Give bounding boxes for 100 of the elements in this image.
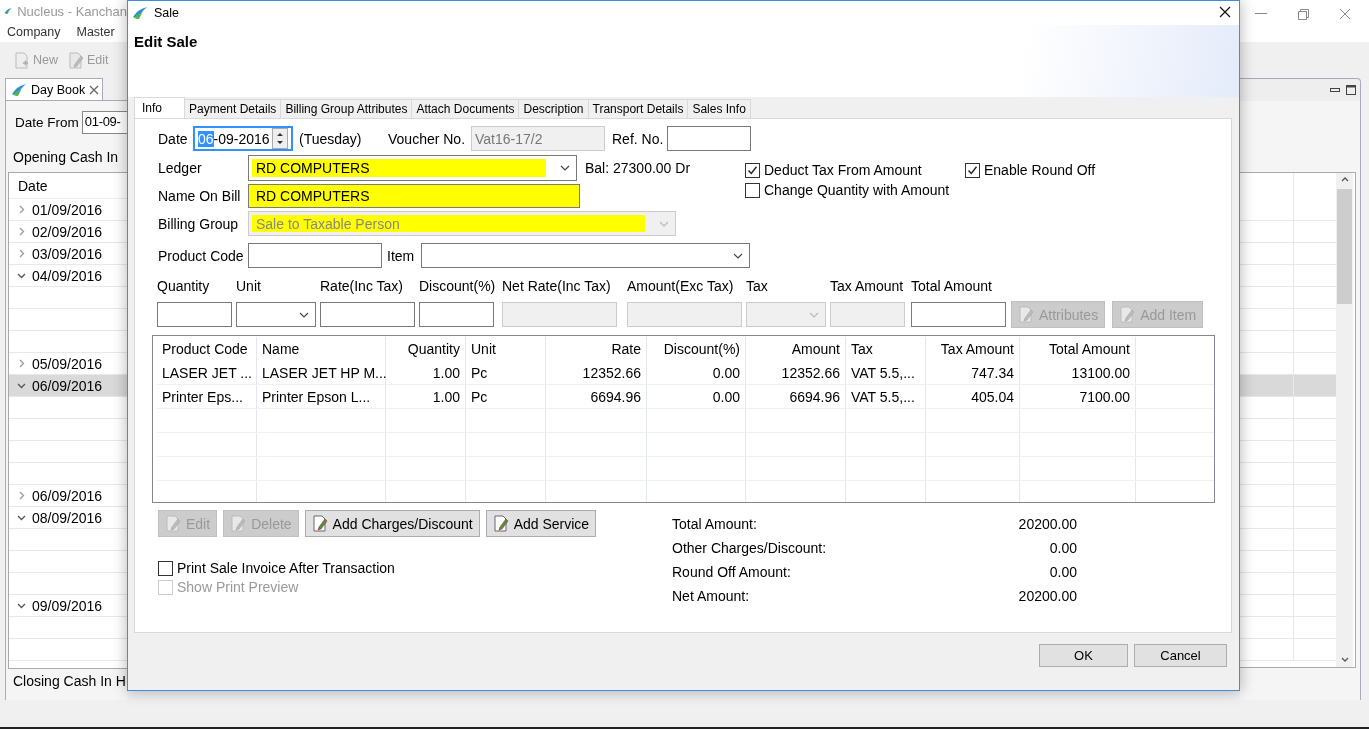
chevron-down-icon[interactable] (17, 271, 26, 280)
table-cell: Pc (466, 385, 546, 408)
product-code-field[interactable] (248, 243, 382, 268)
combo-box[interactable] (236, 302, 316, 327)
table-cell: VAT 5.5,... (846, 385, 926, 408)
checkbox-label: Enable Round Off (984, 162, 1096, 178)
tree-row[interactable]: 06/09/2016 (9, 375, 127, 397)
close-icon[interactable] (89, 84, 100, 95)
minimize-icon[interactable] (1255, 13, 1267, 15)
combo-box[interactable]: RD COMPUTERS (248, 155, 577, 181)
dialog-button[interactable]: OK (1039, 643, 1128, 667)
menu-item[interactable]: Company (7, 25, 61, 39)
tab[interactable]: Payment Details (184, 99, 282, 118)
edit-document-icon (165, 515, 181, 532)
input-field[interactable] (419, 302, 494, 327)
field-label: Ledger (158, 160, 203, 176)
field-label: Item (387, 247, 416, 264)
table-cell: VAT 5.5,... (846, 361, 926, 384)
scrollbar[interactable] (1336, 173, 1353, 667)
item-combo-box[interactable] (421, 243, 750, 268)
column-label: Rate(Inc Tax) (320, 278, 404, 295)
spinner-icon[interactable] (272, 128, 288, 149)
chevron-down-icon[interactable] (17, 513, 26, 522)
ref-field[interactable] (667, 126, 751, 151)
input-field[interactable] (157, 302, 232, 327)
tab[interactable]: Description (518, 99, 589, 118)
tab[interactable]: Sales Info (687, 99, 751, 118)
checkbox[interactable] (745, 182, 760, 198)
column-label: Amount(Exc Tax) (627, 278, 735, 295)
column-header: Amount (746, 337, 846, 361)
checkbox[interactable] (158, 560, 173, 576)
chevron-right-icon[interactable] (17, 249, 26, 258)
checkbox[interactable] (745, 162, 760, 178)
column-header: Unit (466, 337, 546, 361)
column-label: Total Amount (911, 278, 993, 295)
tab[interactable]: Transport Details (587, 99, 689, 118)
total-value: 20200.00 (1017, 516, 1077, 532)
close-icon[interactable] (1339, 8, 1351, 20)
checkbox-label: Deduct Tax From Amount (764, 162, 922, 178)
app-logo-icon (11, 81, 27, 98)
column-label: Net Rate(Inc Tax) (502, 278, 612, 295)
table-cell: LASER JET HP M... (257, 361, 386, 384)
date-field[interactable]: 06-09-2016 (193, 126, 293, 151)
field-label: Billing Group (158, 215, 240, 232)
date-from-field[interactable]: 01-09- (81, 111, 127, 134)
total-label: Total Amount: (672, 516, 758, 532)
edit-document-icon (1119, 306, 1136, 323)
maximize-icon[interactable] (1346, 85, 1356, 95)
close-button[interactable] (1217, 4, 1233, 20)
dialog-button[interactable]: Cancel (1134, 643, 1227, 667)
column-header: Tax (846, 337, 926, 361)
field-label: Ref. No. (612, 130, 665, 147)
table-cell: 6694.96 (746, 385, 846, 408)
text-field[interactable]: RD COMPUTERS (248, 184, 580, 208)
column-label: Tax (746, 278, 769, 295)
total-label: Net Amount: (672, 588, 751, 604)
table-cell: 0.00 (647, 385, 746, 408)
total-label: Other Charges/Discount: (672, 540, 828, 556)
column-header: Name (257, 337, 386, 361)
total-value: 0.00 (1048, 564, 1077, 580)
column-label: Discount(%) (419, 278, 497, 295)
day-book-tab[interactable]: Day Book (5, 78, 103, 100)
action-button[interactable]: Add Service (485, 510, 597, 537)
chevron-right-icon[interactable] (17, 227, 26, 236)
input-field[interactable] (911, 302, 1006, 327)
table-cell: Pc (466, 361, 546, 384)
field-label: Product Code (158, 247, 245, 264)
minimize-icon[interactable] (1330, 88, 1340, 92)
column-label: Unit (236, 278, 262, 295)
checkbox-label: Print Sale Invoice After Transaction (177, 560, 395, 576)
tab[interactable]: Info (134, 97, 185, 118)
restore-icon[interactable] (1297, 8, 1309, 20)
menu-item[interactable]: Master (76, 25, 115, 39)
tab[interactable]: Billing Group Attributes (280, 99, 413, 118)
table-cell: LASER JET ... (157, 361, 257, 384)
chevron-down-icon[interactable] (17, 381, 26, 390)
input-field[interactable] (320, 302, 415, 327)
chevron-right-icon[interactable] (17, 491, 26, 500)
chevron-down-icon[interactable] (17, 601, 26, 610)
column-header: Rate (546, 337, 647, 361)
column-header: Discount(%) (647, 337, 746, 361)
dialog-title: Sale (154, 6, 180, 20)
column-header: Product Code (157, 337, 257, 361)
window-title: Nucleus - Kanchan (17, 3, 127, 19)
column-header: Tax Amount (926, 337, 1020, 361)
table-cell: 7100.00 (1020, 385, 1136, 408)
chevron-right-icon[interactable] (17, 205, 26, 214)
checkbox-label: Change Quantity with Amount (764, 182, 950, 198)
table-cell: 0.00 (647, 361, 746, 384)
edit-document-icon (68, 51, 84, 69)
checkbox[interactable] (965, 162, 980, 178)
column-label: Quantity (157, 278, 211, 295)
table-cell: Printer Eps... (157, 385, 257, 408)
chevron-right-icon[interactable] (17, 359, 26, 368)
action-button[interactable]: Add Charges/Discount (304, 510, 480, 537)
table-cell: 6694.96 (546, 385, 647, 408)
edit-document-icon (311, 515, 328, 532)
date-from-label: Date From (15, 115, 79, 130)
column-header: Date (18, 177, 48, 194)
scroll-thumb[interactable] (1337, 189, 1352, 304)
